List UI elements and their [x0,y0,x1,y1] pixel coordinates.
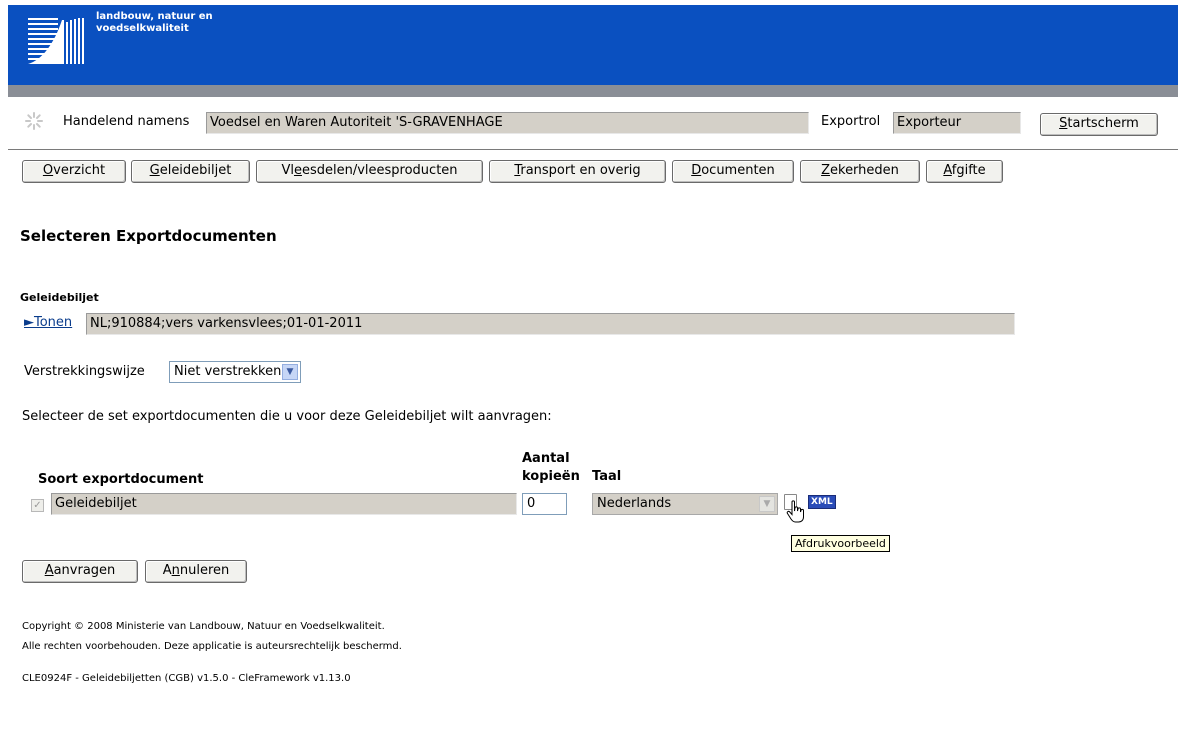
tonen-link[interactable]: ►Tonen [24,315,72,330]
exportrol-label: Exportrol [821,114,881,129]
footer-rights: Alle rechten voorbehouden. Deze applicat… [22,641,402,652]
verstrekkingswijze-selected-value: Niet verstrekken [174,364,282,379]
verstrekkingswijze-label: Verstrekkingswijze [24,364,145,379]
exportrol-field[interactable]: Exporteur [893,112,1021,134]
geleidebiljet-section-label: Geleidebiljet [20,291,99,304]
ministry-logo-icon [24,14,90,68]
nav-documenten-button[interactable]: Documenten [672,160,794,183]
soort-exportdocument-field[interactable]: Geleidebiljet [51,493,517,515]
geleidebiljet-checkbox[interactable]: ✓ [31,499,44,512]
annuleren-button[interactable]: Annuleren [145,560,247,583]
column-header-aantal: Aantal [522,451,570,466]
column-header-kopieen: kopieën [522,469,580,484]
separator-line [8,149,1178,150]
verstrekkingswijze-select[interactable]: Niet verstrekken ▼ [169,361,301,383]
aanvragen-button[interactable]: Aanvragen [22,560,138,583]
nav-overzicht-button[interactable]: Overzicht [22,160,126,183]
nav-transport-button[interactable]: Transport en overig [489,160,666,183]
nav-vleesdelen-button[interactable]: Vleesdelen/vleesproducten [256,160,483,183]
ministry-logo-text: landbouw, natuur en voedselkwaliteit [96,11,213,34]
page-title: Selecteren Exportdocumenten [20,227,277,245]
geleidebiljet-field[interactable]: NL;910884;vers varkensvlees;01-01-2011 [86,313,1015,335]
handelend-namens-field[interactable]: Voedsel en Waren Autoriteit 'S-GRAVENHAG… [206,112,809,134]
nav-zekerheden-button[interactable]: Zekerheden [800,160,920,183]
column-header-soort: Soort exportdocument [38,472,204,487]
footer-version: CLE0924F - Geleidebiljetten (CGB) v1.5.0… [22,673,351,684]
nav-geleidebiljet-button[interactable]: Geleidebiljet [131,160,250,183]
taal-selected-value: Nederlands [597,496,672,511]
afdrukvoorbeeld-tooltip: Afdrukvoorbeeld [791,535,890,552]
chevron-down-icon[interactable]: ▼ [282,364,298,380]
aantal-kopieen-input[interactable]: 0 [522,493,567,515]
nav-afgifte-button[interactable]: Afgifte [926,160,1003,183]
header-divider-strip [8,85,1178,97]
xml-icon[interactable]: XML [808,495,836,509]
loading-spinner-icon [25,112,43,130]
footer-copyright: Copyright © 2008 Ministerie van Landbouw… [22,621,385,632]
instruction-text: Selecteer de set exportdocumenten die u … [22,409,552,424]
handelend-namens-label: Handelend namens [63,114,190,129]
taal-select[interactable]: Nederlands ▼ [592,493,778,515]
startscherm-button[interactable]: Startscherm [1040,113,1158,136]
column-header-taal: Taal [592,469,622,484]
chevron-down-icon[interactable]: ▼ [759,496,775,512]
hand-pointer-cursor-icon [786,500,804,523]
